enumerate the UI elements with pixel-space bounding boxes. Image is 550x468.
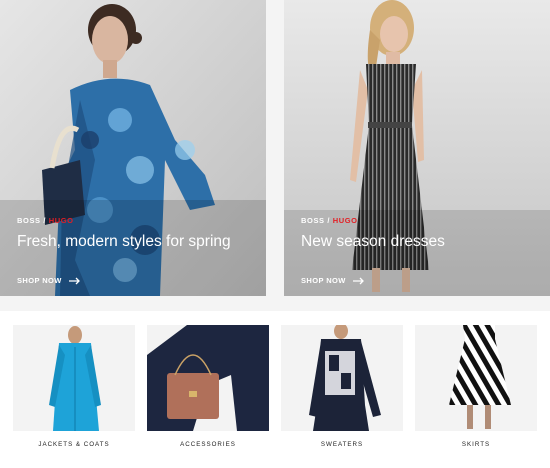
category-sweaters[interactable]: SWEATERS: [281, 325, 403, 448]
brand-tag: BOSS / HUGO: [17, 216, 74, 225]
arrow-right-icon: [68, 277, 80, 284]
brand-hugo: HUGO: [48, 216, 74, 225]
category-image: [13, 325, 135, 431]
shop-now-link[interactable]: SHOP NOW: [17, 276, 81, 285]
brand-boss: BOSS: [17, 216, 41, 225]
hero-spring-styles[interactable]: BOSS / HUGO Fresh, modern styles for spr…: [0, 0, 266, 296]
brand-separator: /: [40, 216, 49, 225]
accessories-image: [147, 325, 269, 431]
hero-photo-striped-dress: [284, 0, 550, 296]
category-image: [147, 325, 269, 431]
brand-hugo: HUGO: [332, 216, 358, 225]
category-label: SKIRTS: [461, 441, 491, 448]
shop-now-link[interactable]: SHOP NOW: [301, 276, 365, 285]
sweater-image: [281, 325, 403, 431]
category-accessories[interactable]: ACCESSORIES: [147, 325, 269, 448]
category-image: [281, 325, 403, 431]
category-image: [415, 325, 537, 431]
hero-photo-floral-dress: [0, 0, 266, 296]
category-jackets-coats[interactable]: JACKETS & COATS: [13, 325, 135, 448]
category-skirts[interactable]: SKIRTS: [415, 325, 537, 448]
category-row: JACKETS & COATS ACCESSORIES SWEATERS SKI…: [0, 311, 550, 468]
brand-tag: BOSS / HUGO: [301, 216, 358, 225]
category-label: ACCESSORIES: [180, 441, 236, 448]
category-label: JACKETS & COATS: [38, 441, 110, 448]
brand-boss: BOSS: [301, 216, 325, 225]
hero-headline: New season dresses: [301, 233, 445, 250]
arrow-right-icon: [352, 277, 364, 284]
hero-headline: Fresh, modern styles for spring: [17, 233, 231, 250]
brand-separator: /: [324, 216, 333, 225]
shop-now-label: SHOP NOW: [17, 276, 62, 285]
shop-now-label: SHOP NOW: [301, 276, 346, 285]
category-label: SWEATERS: [320, 441, 364, 448]
hero-new-season-dresses[interactable]: BOSS / HUGO New season dresses SHOP NOW: [284, 0, 550, 296]
skirt-image: [415, 325, 537, 431]
jacket-image: [13, 325, 135, 431]
